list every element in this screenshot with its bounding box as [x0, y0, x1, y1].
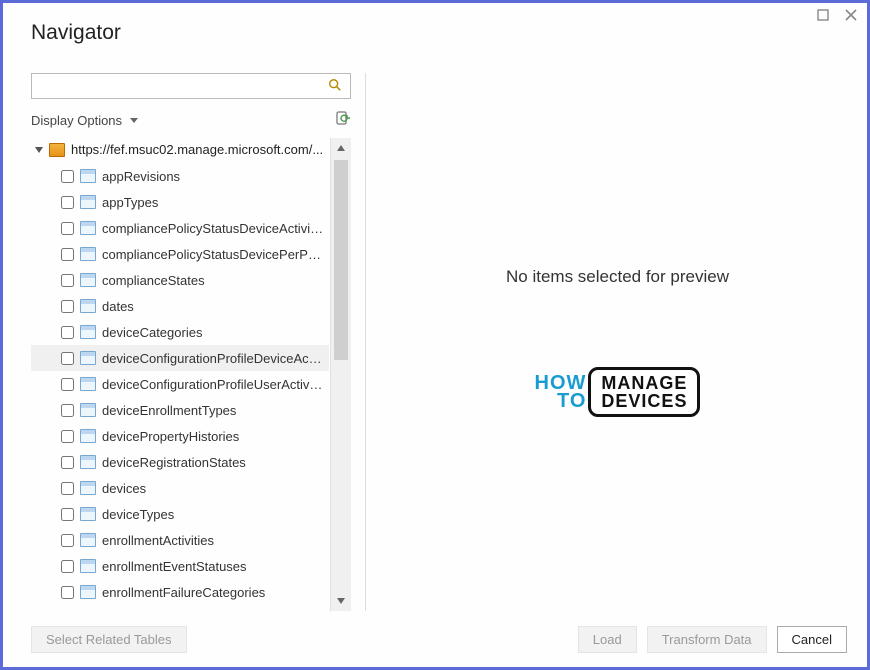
preview-pane: No items selected for preview HOW TO MAN…: [380, 73, 855, 611]
tree-node[interactable]: deviceCategories: [31, 319, 329, 345]
search-icon[interactable]: [320, 78, 350, 95]
table-icon: [80, 455, 96, 469]
tree-node-label: dates: [102, 299, 134, 314]
maximize-icon[interactable]: [817, 9, 829, 24]
tree-node-checkbox[interactable]: [61, 404, 74, 417]
table-icon: [80, 481, 96, 495]
tree-node-checkbox[interactable]: [61, 222, 74, 235]
tree-node[interactable]: enrollmentFailureReasons: [31, 605, 329, 611]
tree-scrollbar[interactable]: [330, 138, 351, 611]
table-icon: [80, 559, 96, 573]
tree-node-label: deviceTypes: [102, 507, 174, 522]
tree-node[interactable]: deviceConfigurationProfileUserActivities: [31, 371, 329, 397]
search-input[interactable]: [32, 79, 320, 94]
tree-node-checkbox[interactable]: [61, 248, 74, 261]
tree-node[interactable]: enrollmentActivities: [31, 527, 329, 553]
table-icon: [80, 533, 96, 547]
tree-node-checkbox[interactable]: [61, 274, 74, 287]
tree-node-label: complianceStates: [102, 273, 205, 288]
table-icon: [80, 429, 96, 443]
scroll-up-icon[interactable]: [331, 138, 351, 158]
table-icon: [80, 403, 96, 417]
dialog-title: Navigator: [3, 3, 867, 45]
tree-node-label: deviceEnrollmentTypes: [102, 403, 236, 418]
tree-node-checkbox[interactable]: [61, 508, 74, 521]
cancel-button[interactable]: Cancel: [777, 626, 847, 653]
scrollbar-thumb[interactable]: [334, 160, 348, 360]
table-icon: [80, 377, 96, 391]
tree-node[interactable]: devicePropertyHistories: [31, 423, 329, 449]
tree-node[interactable]: deviceRegistrationStates: [31, 449, 329, 475]
table-icon: [80, 195, 96, 209]
tree-node-label: enrollmentActivities: [102, 533, 214, 548]
tree-node-label: compliancePolicyStatusDeviceActivities: [102, 221, 325, 236]
tree-node[interactable]: deviceConfigurationProfileDeviceActivi..…: [31, 345, 329, 371]
load-button[interactable]: Load: [578, 626, 637, 653]
search-box[interactable]: [31, 73, 351, 99]
tree-node[interactable]: enrollmentFailureCategories: [31, 579, 329, 605]
table-icon: [80, 351, 96, 365]
transform-data-button[interactable]: Transform Data: [647, 626, 767, 653]
tree-node-label: deviceConfigurationProfileDeviceActivi..…: [102, 351, 325, 366]
tree-node-checkbox[interactable]: [61, 456, 74, 469]
tree-node-checkbox[interactable]: [61, 430, 74, 443]
tree-root-label: https://fef.msuc02.manage.microsoft.com/…: [71, 142, 329, 157]
expander-icon[interactable]: [35, 147, 43, 153]
datasource-icon: [49, 143, 65, 157]
tree-node[interactable]: deviceTypes: [31, 501, 329, 527]
tree-node-checkbox[interactable]: [61, 560, 74, 573]
tree-node-label: enrollmentFailureCategories: [102, 585, 265, 600]
tree-node-label: enrollmentFailureReasons: [102, 611, 254, 612]
tree-node-checkbox[interactable]: [61, 196, 74, 209]
tree-node[interactable]: appTypes: [31, 189, 329, 215]
tree-node[interactable]: compliancePolicyStatusDeviceActivities: [31, 215, 329, 241]
tree-node-checkbox[interactable]: [61, 378, 74, 391]
display-options-label: Display Options: [31, 113, 122, 128]
tree-node-label: devicePropertyHistories: [102, 429, 239, 444]
scrollbar-track[interactable]: [331, 158, 351, 591]
preview-message: No items selected for preview: [506, 267, 729, 287]
tree-node-label: appTypes: [102, 195, 158, 210]
tree-node-label: compliancePolicyStatusDevicePerPolic...: [102, 247, 325, 262]
tree-node-checkbox[interactable]: [61, 300, 74, 313]
table-icon: [80, 247, 96, 261]
chevron-down-icon: [130, 118, 138, 123]
tree-node-checkbox[interactable]: [61, 586, 74, 599]
select-related-tables-button[interactable]: Select Related Tables: [31, 626, 187, 653]
tree-node[interactable]: deviceEnrollmentTypes: [31, 397, 329, 423]
tree-node-checkbox[interactable]: [61, 170, 74, 183]
vertical-divider: [365, 73, 366, 611]
table-icon: [80, 507, 96, 521]
tree-node[interactable]: complianceStates: [31, 267, 329, 293]
navigator-left-pane: Display Options https://fef: [31, 73, 351, 611]
tree-node-label: deviceRegistrationStates: [102, 455, 246, 470]
tree-node-checkbox[interactable]: [61, 326, 74, 339]
tree-view[interactable]: https://fef.msuc02.manage.microsoft.com/…: [31, 138, 329, 611]
display-options-dropdown[interactable]: Display Options: [31, 113, 138, 128]
tree-root-node[interactable]: https://fef.msuc02.manage.microsoft.com/…: [31, 138, 329, 161]
scroll-down-icon[interactable]: [331, 591, 351, 611]
tree-node-label: devices: [102, 481, 146, 496]
tree-node-label: deviceConfigurationProfileUserActivities: [102, 377, 325, 392]
tree-node-checkbox[interactable]: [61, 352, 74, 365]
table-icon: [80, 273, 96, 287]
tree-node[interactable]: dates: [31, 293, 329, 319]
tree-node-label: deviceCategories: [102, 325, 202, 340]
table-icon: [80, 221, 96, 235]
tree-node-checkbox[interactable]: [61, 534, 74, 547]
tree-node-label: enrollmentEventStatuses: [102, 559, 247, 574]
tree-node-label: appRevisions: [102, 169, 180, 184]
table-icon: [80, 585, 96, 599]
tree-node-checkbox[interactable]: [61, 482, 74, 495]
table-icon: [80, 169, 96, 183]
refresh-icon[interactable]: [335, 111, 351, 130]
tree-node[interactable]: enrollmentEventStatuses: [31, 553, 329, 579]
tree-node[interactable]: devices: [31, 475, 329, 501]
tree-node[interactable]: appRevisions: [31, 163, 329, 189]
watermark-logo: HOW TO MANAGE DEVICES: [535, 367, 701, 417]
table-icon: [80, 325, 96, 339]
tree-node[interactable]: compliancePolicyStatusDevicePerPolic...: [31, 241, 329, 267]
close-icon[interactable]: [845, 9, 857, 24]
table-icon: [80, 299, 96, 313]
